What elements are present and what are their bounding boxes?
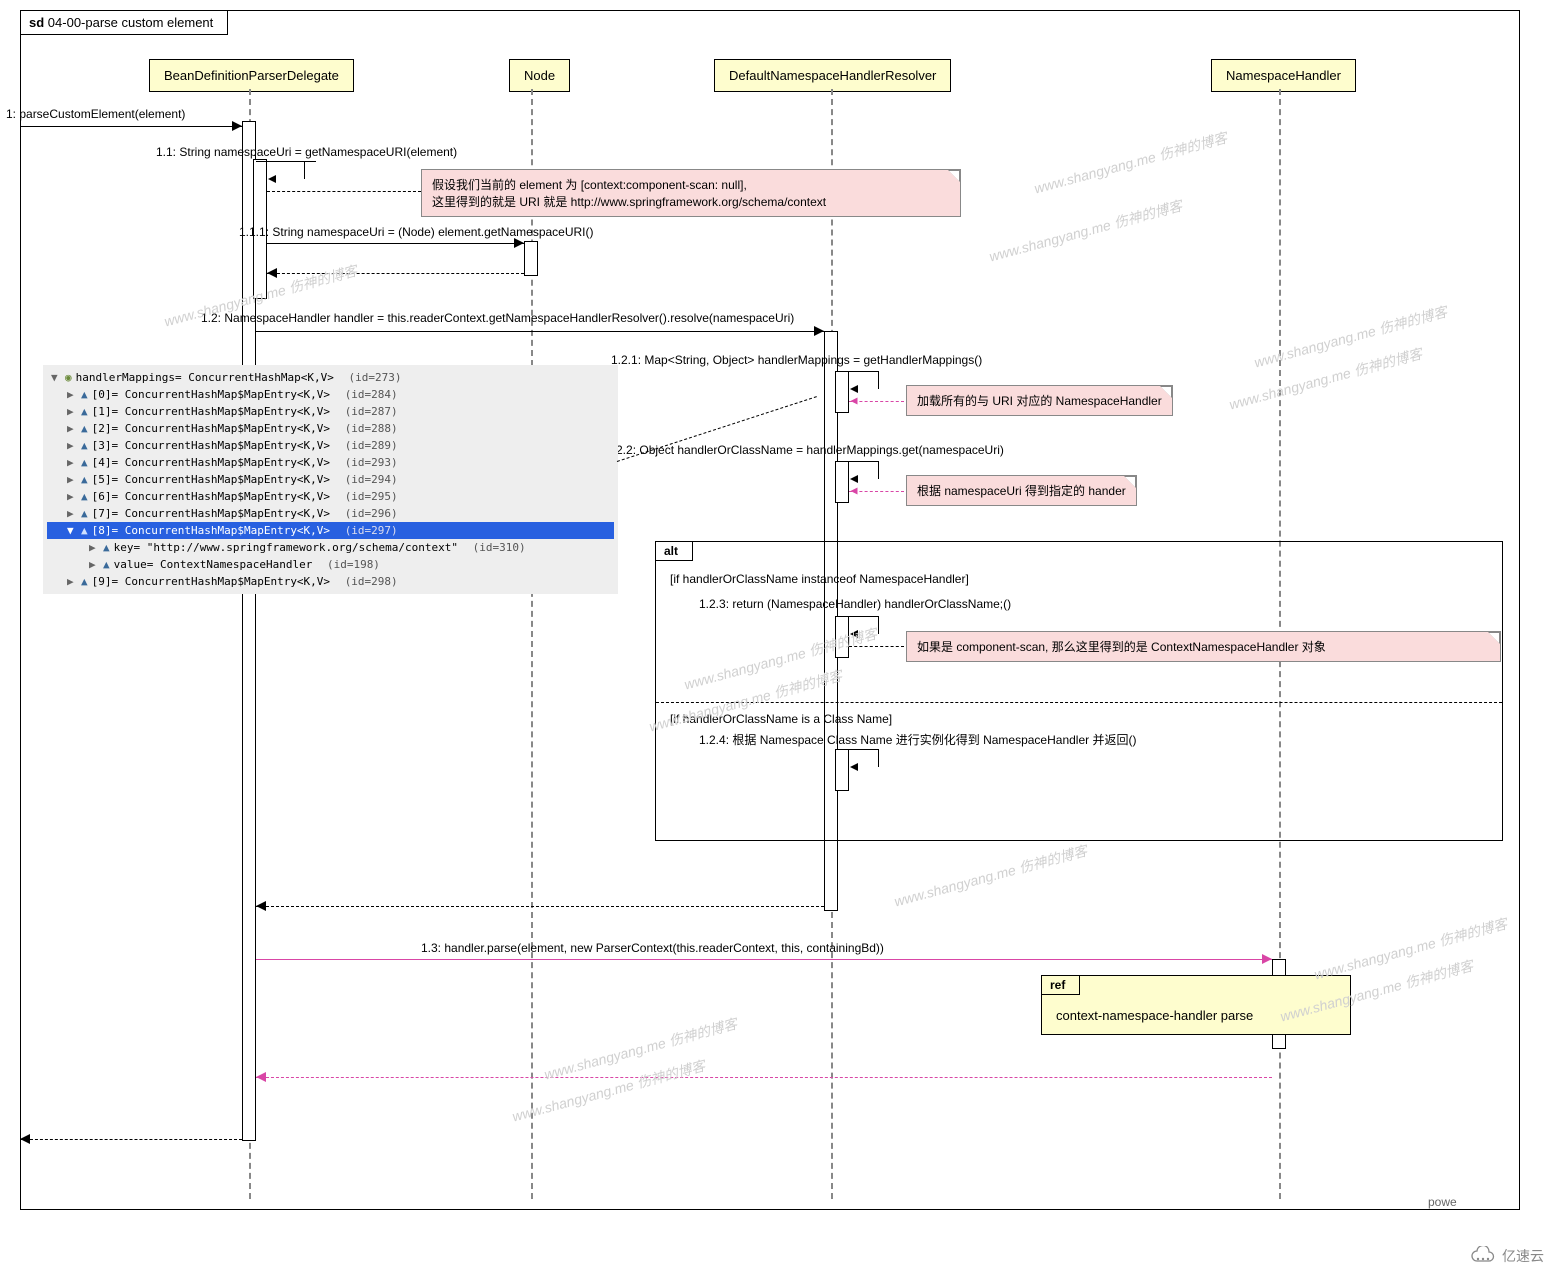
debug-sub-row: ▶▲key= "http://www.springframework.org/s… — [47, 539, 614, 556]
activation-node — [524, 241, 538, 276]
msg-13: 1.3: handler.parse(element, new ParserCo… — [421, 941, 884, 955]
watermark: www.shangyang.me 伤神的博客 — [892, 841, 1090, 912]
watermark: www.shangyang.me 伤神的博客 — [1312, 914, 1510, 985]
participant-delegate: BeanDefinitionParserDelegate — [149, 59, 354, 92]
msg-111: 1.1.1: String namespaceUri = (Node) elem… — [239, 225, 594, 239]
note-121: 加载所有的与 URI 对应的 NamespaceHandler — [906, 385, 1173, 416]
ref-text: context-namespace-handler parse — [1056, 1008, 1253, 1023]
activation-resolver-121 — [835, 371, 849, 413]
sequence-diagram: sd 04-00-parse custom element BeanDefini… — [20, 10, 1520, 1210]
powered-label: powe — [1428, 1195, 1457, 1209]
alt-guard-1: [if handlerOrClassName instanceof Namesp… — [670, 572, 969, 586]
debug-row-selected: ▼▲[8]= ConcurrentHashMap$MapEntry<K,V> (… — [47, 522, 614, 539]
debug-row: ▶▲[0]= ConcurrentHashMap$MapEntry<K,V> (… — [47, 386, 614, 403]
debug-row: ▶▲[1]= ConcurrentHashMap$MapEntry<K,V> (… — [47, 403, 614, 420]
participant-handler: NamespaceHandler — [1211, 59, 1356, 92]
watermark: www.shangyang.me 伤神的博客 — [1032, 128, 1230, 199]
debug-row: ▶▲[4]= ConcurrentHashMap$MapEntry<K,V> (… — [47, 454, 614, 471]
debug-row: ▶▲[6]= ConcurrentHashMap$MapEntry<K,V> (… — [47, 488, 614, 505]
watermark: www.shangyang.me 伤神的博客 — [542, 1014, 740, 1085]
note-element: 假设我们当前的 element 为 [context:component-sca… — [421, 169, 961, 217]
watermark: www.shangyang.me 伤神的博客 — [510, 1056, 708, 1127]
msg-12: 1.2: NamespaceHandler handler = this.rea… — [201, 311, 794, 325]
msg-123: 1.2.3: return (NamespaceHandler) handler… — [699, 597, 1011, 611]
participant-resolver: DefaultNamespaceHandlerResolver — [714, 59, 951, 92]
diagram-title: sd 04-00-parse custom element — [20, 10, 228, 35]
note-122: 根据 namespaceUri 得到指定的 hander — [906, 475, 1137, 506]
debug-header: ▼◉ handlerMappings= ConcurrentHashMap<K,… — [47, 369, 614, 386]
msg-121: 1.2.1: Map<String, Object> handlerMappin… — [611, 353, 982, 367]
debug-row: ▶▲[2]= ConcurrentHashMap$MapEntry<K,V> (… — [47, 420, 614, 437]
msg-124: 1.2.4: 根据 Namespace Class Name 进行实例化得到 N… — [699, 731, 1136, 748]
footer-brand: 亿速云 — [1470, 1246, 1544, 1266]
alt-guard-2: [if handlerOrClassName is a Class Name] — [670, 712, 892, 726]
watermark: www.shangyang.me 伤神的博客 — [1252, 302, 1450, 373]
ref-frame: ref context-namespace-handler parse — [1041, 975, 1351, 1035]
debug-row: ▶▲[7]= ConcurrentHashMap$MapEntry<K,V> (… — [47, 505, 614, 522]
watermark: www.shangyang.me 伤神的博客 — [1227, 344, 1425, 415]
watermark: www.shangyang.me 伤神的博客 — [987, 196, 1185, 267]
debug-row: ▶▲[5]= ConcurrentHashMap$MapEntry<K,V> (… — [47, 471, 614, 488]
ref-label: ref — [1041, 975, 1080, 995]
msg-11: 1.1: String namespaceUri = getNamespaceU… — [156, 145, 457, 159]
debug-row: ▶▲[3]= ConcurrentHashMap$MapEntry<K,V> (… — [47, 437, 614, 454]
alt-label: alt — [655, 541, 693, 561]
activation-resolver-122 — [835, 461, 849, 503]
cloud-icon — [1470, 1246, 1496, 1266]
alt-frame: alt [if handlerOrClassName instanceof Na… — [655, 541, 1503, 841]
debug-row: ▶▲[9]= ConcurrentHashMap$MapEntry<K,V> (… — [47, 573, 614, 590]
participant-node: Node — [509, 59, 570, 92]
debug-sub-row: ▶▲value= ContextNamespaceHandler (id=198… — [47, 556, 614, 573]
msg-1: 1: parseCustomElement(element) — [6, 107, 185, 121]
debug-panel: ▼◉ handlerMappings= ConcurrentHashMap<K,… — [43, 365, 618, 594]
note-123: 如果是 component-scan, 那么这里得到的是 ContextName… — [906, 631, 1501, 662]
